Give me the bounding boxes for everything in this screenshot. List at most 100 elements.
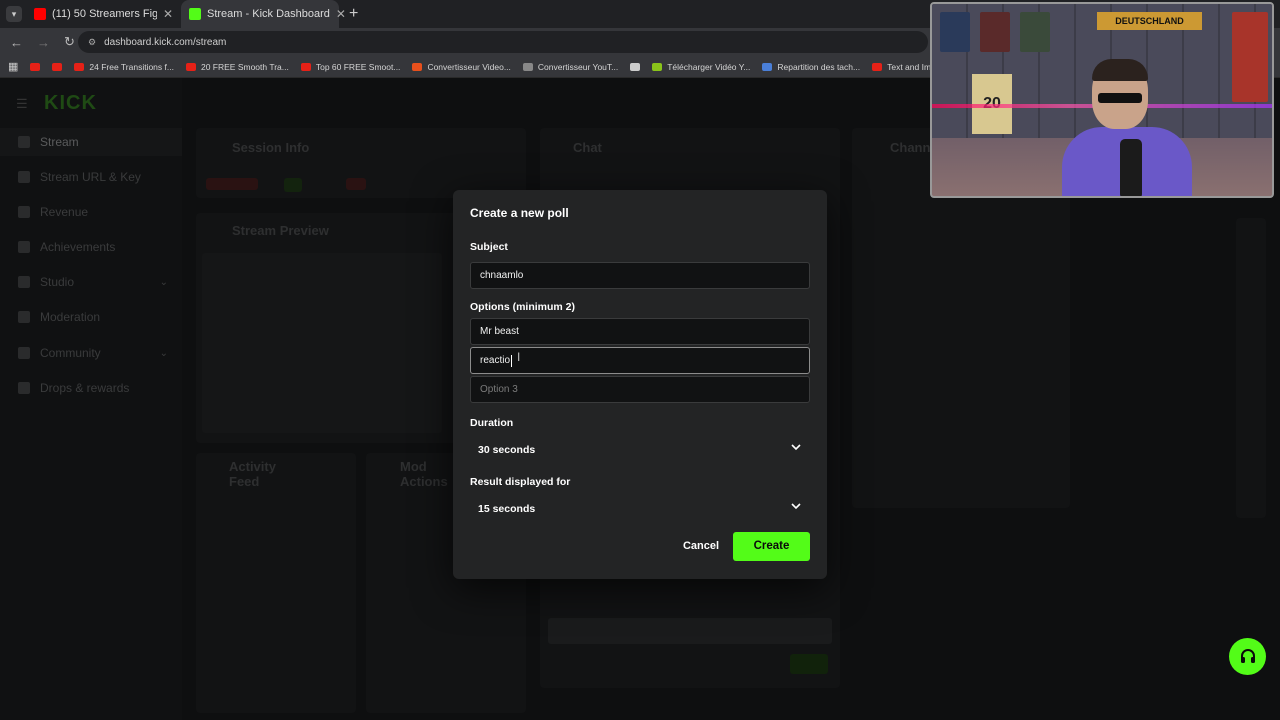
option-1-input[interactable]: Mr beast [470, 318, 810, 345]
poster-image [1232, 12, 1268, 102]
session-info-panel: Session Info [196, 128, 526, 198]
chevron-down-icon [790, 500, 802, 515]
apps-grid-icon[interactable]: ▦ [8, 60, 18, 73]
chevron-down-icon: ⌄ [159, 347, 168, 359]
sidebar-item-studio[interactable]: Studio ⌄ [0, 268, 182, 296]
poster-image [940, 12, 970, 52]
subject-input[interactable]: chnaamlo [470, 262, 810, 289]
create-button[interactable]: Create [733, 532, 810, 561]
poster-image [1020, 12, 1050, 52]
close-tab-icon[interactable]: ✕ [163, 7, 173, 21]
youtube-favicon-icon [34, 8, 46, 20]
bookmark-item[interactable]: 24 Free Transitions f... [74, 62, 174, 72]
subject-value: chnaamlo [480, 270, 524, 281]
option-3-input[interactable] [470, 376, 810, 403]
nav-icon [18, 136, 30, 148]
sidebar-item-label: Studio [40, 275, 75, 289]
sidebar-item-label: Stream [40, 135, 79, 149]
result-label: Result displayed for [470, 476, 571, 488]
deutschland-banner: DEUTSCHLAND [1097, 12, 1202, 30]
site-info-icon[interactable]: ⚙ [88, 37, 96, 48]
webcam-overlay: DEUTSCHLAND 20 [930, 2, 1274, 198]
sidebar-item-achievements[interactable]: Achievements [0, 233, 182, 261]
cancel-button[interactable]: Cancel [673, 535, 729, 557]
bookmark-favicon-icon [30, 62, 41, 71]
panel-title: Activity Feed [229, 459, 276, 489]
address-bar[interactable]: ⚙ dashboard.kick.com/stream [78, 31, 928, 53]
bookmark-item[interactable]: Repartition des tach... [762, 62, 860, 72]
bookmark-favicon-icon [74, 62, 85, 71]
bookmark-item[interactable]: Convertisseur Video... [412, 62, 511, 72]
bookmark-favicon-icon [522, 62, 533, 71]
chevron-down-icon: ⌄ [159, 276, 168, 288]
nav-icon [18, 241, 30, 253]
bookmark-item[interactable] [630, 62, 641, 71]
duration-select[interactable]: 30 seconds [470, 437, 810, 462]
result-value: 15 seconds [478, 502, 536, 515]
bookmark-label: Repartition des tach... [777, 61, 861, 72]
sidebar-item-moderation[interactable]: Moderation [0, 303, 182, 331]
bookmark-label: 24 Free Transitions f... [89, 61, 174, 72]
poster-image [980, 12, 1010, 52]
forward-icon[interactable]: → [37, 35, 50, 50]
text-caret [511, 354, 513, 367]
tab-youtube[interactable]: (11) 50 Streamers Fight for $1,0 ✕ [26, 0, 181, 28]
bookmark-item[interactable]: Convertisseur YouT... [522, 62, 618, 72]
support-chat-button[interactable] [1229, 638, 1266, 675]
bookmark-favicon-icon [412, 62, 423, 71]
kick-logo: KICK [44, 92, 97, 114]
url-text: dashboard.kick.com/stream [104, 36, 227, 48]
sidebar-item-label: Stream URL & Key [40, 170, 141, 184]
option-1-value: Mr beast [480, 326, 519, 337]
modal-title: Create a new poll [470, 206, 569, 220]
bookmark-favicon-icon [52, 62, 63, 71]
bookmark-favicon-icon [300, 62, 311, 71]
chat-input[interactable] [548, 618, 832, 644]
bookmark-item[interactable] [30, 62, 41, 71]
panel-title: Chat [573, 140, 602, 155]
sidebar-item-stream-url-key[interactable]: Stream URL & Key [0, 163, 182, 191]
options-label: Options (minimum 2) [470, 301, 575, 313]
reload-icon[interactable]: ↻ [64, 34, 75, 50]
hair [1092, 59, 1148, 81]
duration-value: 30 seconds [478, 443, 536, 456]
sidebar-item-label: Revenue [40, 205, 89, 219]
back-icon[interactable]: ← [10, 35, 23, 50]
menu-icon[interactable]: ☰ [16, 96, 28, 112]
nav-icon [18, 347, 30, 359]
nav-icon [18, 206, 30, 218]
duration-label: Duration [470, 417, 514, 429]
kick-favicon-icon [189, 8, 201, 20]
new-tab-icon[interactable]: + [349, 5, 358, 23]
status-badge [206, 178, 258, 190]
bookmark-item[interactable]: Top 60 FREE Smoot... [300, 61, 401, 72]
tab-kick-dashboard[interactable]: Stream - Kick Dashboard ✕ [181, 0, 346, 28]
status-badge [284, 178, 302, 192]
microphone [1120, 139, 1142, 196]
sidebar-item-label: Drops & rewards [40, 381, 130, 395]
bookmark-item[interactable]: Télécharger Vidéo Y... [652, 62, 750, 72]
close-tab-icon[interactable]: ✕ [336, 7, 346, 21]
sidebar-item-revenue[interactable]: Revenue [0, 198, 182, 226]
tab-search-icon[interactable]: ▾ [6, 6, 22, 22]
screen: ▾ (11) 50 Streamers Fight for $1,0 ✕ Str… [0, 0, 1280, 720]
preview-thumbnail [202, 253, 442, 433]
sidebar-item-drops-rewards[interactable]: Drops & rewards [0, 374, 182, 402]
chevron-down-icon [790, 441, 802, 456]
option-2-value: reactio [480, 355, 511, 366]
bookmark-label: 20 FREE Smooth Tra... [200, 61, 289, 72]
bookmark-item[interactable]: 20 FREE Smooth Tra... [185, 61, 289, 72]
sidebar-item-stream[interactable]: Stream [0, 128, 182, 156]
result-duration-select[interactable]: 15 seconds [470, 496, 810, 521]
bookmark-favicon-icon [630, 62, 641, 71]
sidebar-item-community[interactable]: Community ⌄ [0, 339, 182, 367]
sidebar-item-label: Achievements [40, 240, 116, 254]
create-poll-modal: Create a new poll Subject chnaamlo Optio… [453, 190, 827, 579]
panel-title: Chann [890, 140, 931, 155]
option-2-input[interactable]: reactio [470, 347, 810, 374]
bookmark-item[interactable] [52, 62, 63, 71]
nav-icon [18, 382, 30, 394]
chat-send-button[interactable] [790, 654, 828, 674]
bookmark-label: Top 60 FREE Smoot... [315, 61, 401, 72]
panel-title: Session Info [232, 140, 310, 155]
